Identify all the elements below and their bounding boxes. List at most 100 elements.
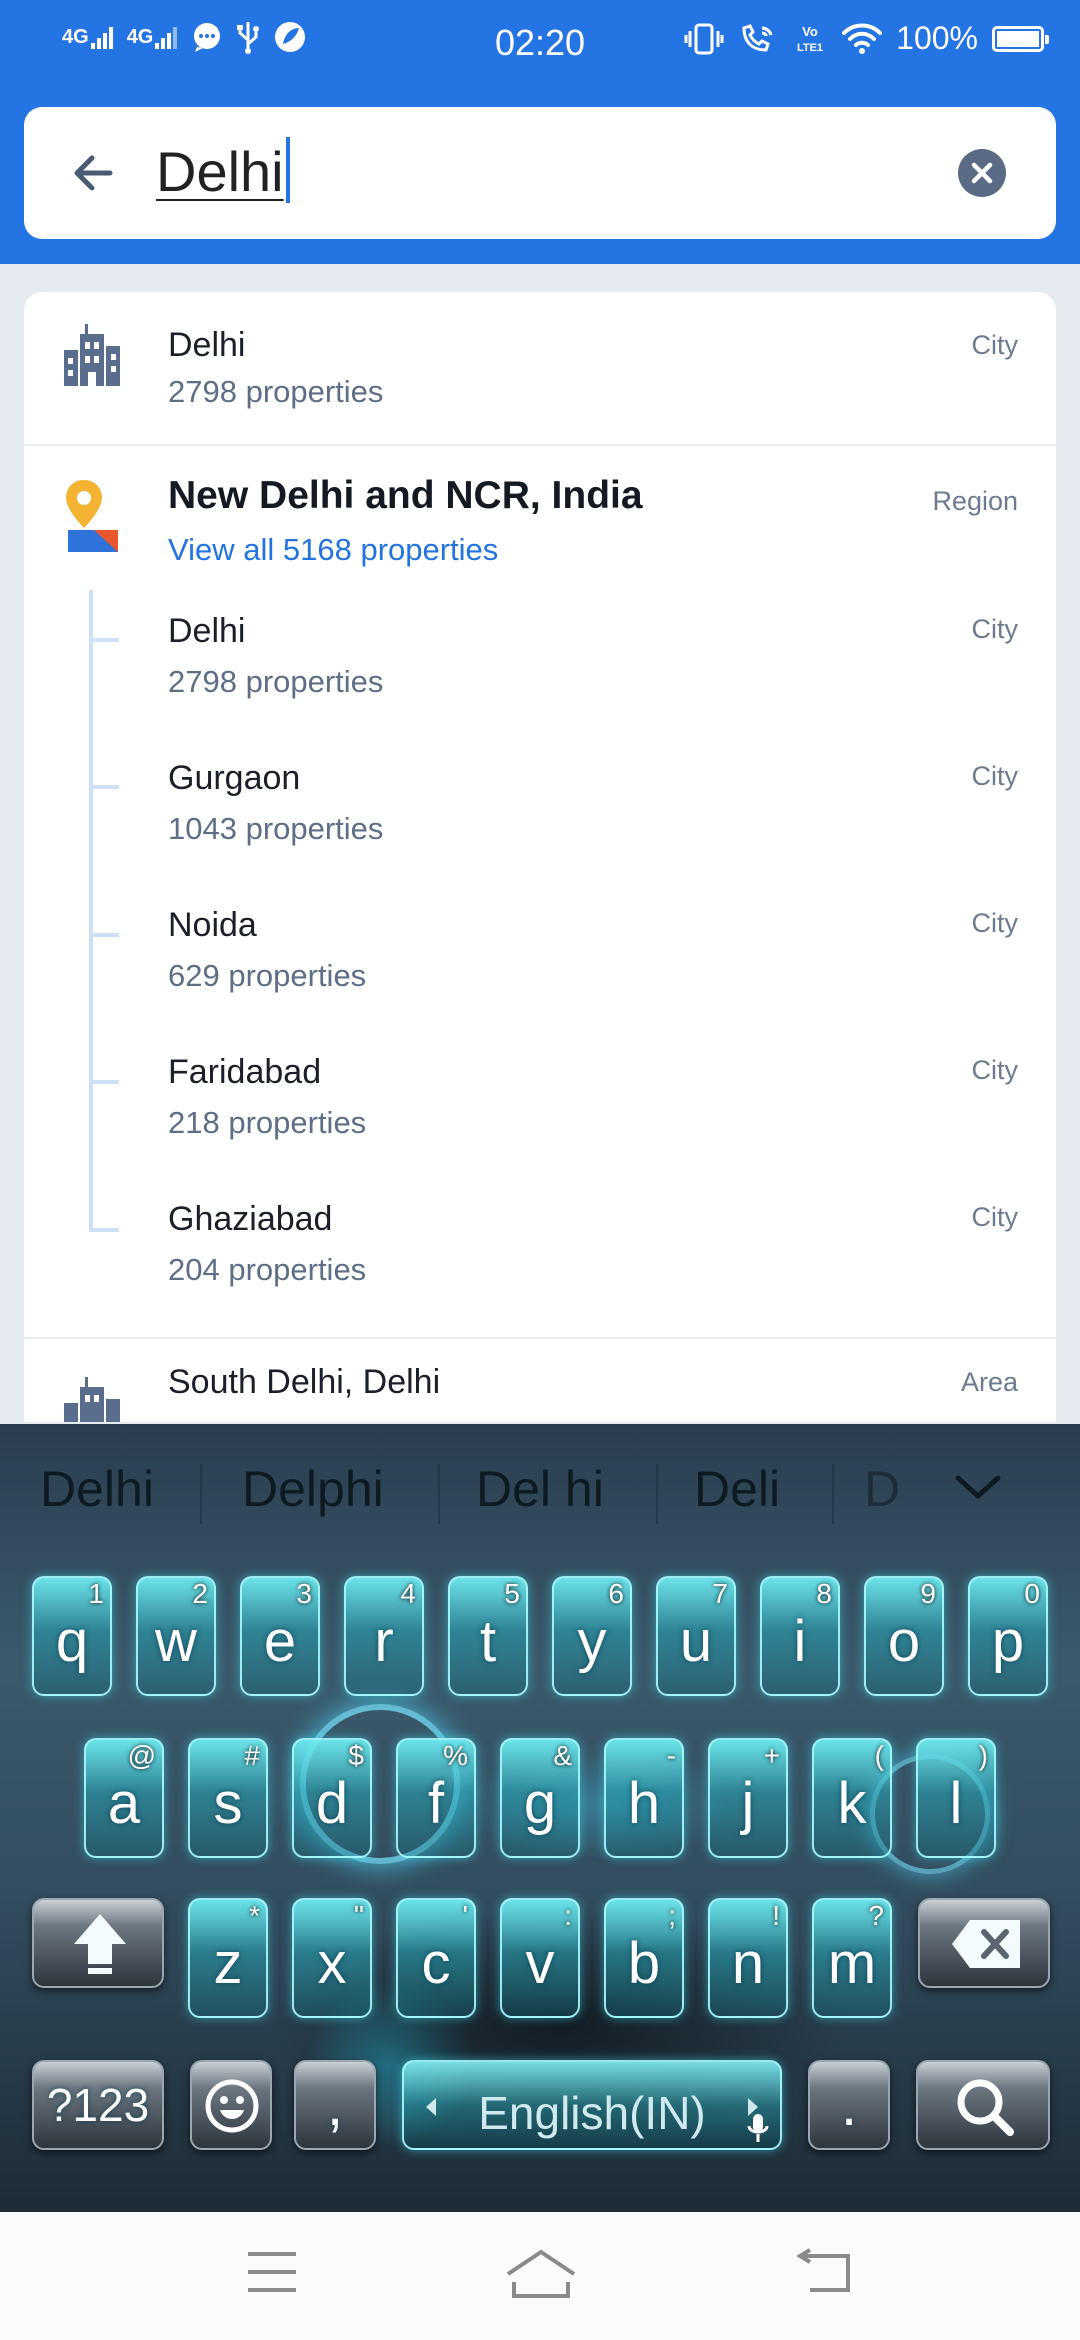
search-bar[interactable]: Delhi	[24, 107, 1056, 239]
key-hint: !	[772, 1900, 780, 1931]
chevron-down-icon[interactable]	[950, 1468, 1006, 1508]
suggestion-divider	[200, 1464, 202, 1524]
key-i[interactable]: 8i	[760, 1576, 840, 1696]
key-g[interactable]: & g	[500, 1738, 580, 1858]
key-t[interactable]: 5t	[448, 1576, 528, 1696]
key-f[interactable]: % f	[396, 1738, 476, 1858]
suggestion-2[interactable]: Delphi	[242, 1460, 384, 1518]
key-p[interactable]: 0p	[968, 1576, 1048, 1696]
result-count: 218 properties	[168, 1105, 367, 1140]
arrow-left-icon[interactable]	[64, 143, 124, 203]
key-w[interactable]: 2w	[136, 1576, 216, 1696]
result-name: Delhi	[168, 326, 246, 364]
period-key[interactable]: .	[808, 2060, 890, 2150]
key-hint: #	[244, 1740, 260, 1771]
key-hint: 2	[192, 1578, 208, 1609]
result-count: 204 properties	[168, 1252, 367, 1287]
key-label: g	[523, 1771, 557, 1836]
key-label: u	[679, 1609, 713, 1674]
key-hint: 1	[88, 1578, 104, 1609]
key-v[interactable]: :v	[500, 1898, 580, 2018]
search-key[interactable]	[916, 2060, 1050, 2150]
result-count: 629 properties	[168, 958, 367, 993]
suggestion-divider	[656, 1464, 658, 1524]
result-type: Area	[960, 1367, 1018, 1397]
city-buildings-icon	[64, 324, 120, 386]
city-buildings-icon	[64, 1377, 120, 1422]
result-count: 2798 properties	[168, 374, 384, 409]
result-type: City	[971, 1202, 1019, 1232]
key-r[interactable]: 4r	[344, 1576, 424, 1696]
menu-icon[interactable]	[244, 2248, 300, 2296]
key-label: x	[317, 1931, 347, 1996]
key-hint: 5	[504, 1578, 520, 1609]
suggestion-3[interactable]: Del hi	[476, 1460, 604, 1518]
comma-key[interactable]: ,	[294, 2060, 376, 2150]
result-item-noida[interactable]: Noida 629 properties City	[24, 886, 1056, 1026]
key-h[interactable]: -h	[604, 1738, 684, 1858]
key-n[interactable]: ! n	[708, 1898, 788, 2018]
key-j[interactable]: + j	[708, 1738, 788, 1858]
key-e[interactable]: 3e	[240, 1576, 320, 1696]
key-s[interactable]: # s	[188, 1738, 268, 1858]
vibrate-icon	[684, 23, 724, 54]
key-hint: $	[348, 1740, 364, 1771]
key-label: r	[374, 1609, 394, 1674]
key-u[interactable]: 7u	[656, 1576, 736, 1696]
key-y[interactable]: 6y	[552, 1576, 632, 1696]
key-hint: 7	[712, 1578, 728, 1609]
key-a[interactable]: @ a	[84, 1738, 164, 1858]
suggestion-divider	[832, 1464, 834, 1524]
backspace-key[interactable]	[918, 1898, 1050, 1988]
battery-icon	[992, 25, 1049, 52]
shift-arrow-icon	[74, 1914, 126, 1974]
key-label: a	[107, 1771, 141, 1836]
result-name: South Delhi, Delhi	[168, 1363, 441, 1401]
key-c[interactable]: ' c	[396, 1898, 476, 2018]
key-l[interactable]: ) l	[916, 1738, 996, 1858]
suggestion-4[interactable]: Deli	[694, 1460, 780, 1518]
key-d[interactable]: $ d	[292, 1738, 372, 1858]
wifi-icon	[842, 23, 883, 54]
result-item-ghaziabad[interactable]: Ghaziabad 204 properties City	[24, 1180, 1056, 1320]
key-label: d	[315, 1771, 349, 1836]
result-item-south-delhi[interactable]: South Delhi, Delhi Area	[24, 1339, 1056, 1422]
key-hint: 4	[400, 1578, 416, 1609]
key-x[interactable]: " x	[292, 1898, 372, 2018]
home-icon[interactable]	[504, 2248, 578, 2300]
key-label: e	[263, 1609, 297, 1674]
emoji-key[interactable]	[190, 2060, 272, 2150]
status-right: Vo LTE1 100%	[684, 20, 1049, 57]
result-item-faridabad[interactable]: Faridabad 218 properties City	[24, 1033, 1056, 1173]
result-item-delhi[interactable]: Delhi 2798 properties City	[24, 292, 1056, 409]
key-b[interactable]: ; b	[604, 1898, 684, 2018]
close-circle-icon[interactable]	[958, 149, 1006, 197]
key-label: s	[213, 1771, 243, 1836]
suggestion-1[interactable]: Delhi	[40, 1460, 154, 1518]
shift-key[interactable]	[32, 1898, 164, 1988]
result-item-delhi-city[interactable]: Delhi 2798 properties City	[24, 592, 1056, 732]
result-type: Region	[932, 486, 1018, 516]
view-all-link[interactable]: View all 5168 properties	[168, 532, 498, 568]
space-key[interactable]: English(IN)	[402, 2060, 782, 2150]
result-name: New Delhi and NCR, India	[168, 474, 643, 517]
key-hint: )	[978, 1740, 988, 1771]
svg-text:LTE1: LTE1	[797, 42, 823, 54]
key-m[interactable]: ? m	[812, 1898, 892, 2018]
key-o[interactable]: 9o	[864, 1576, 944, 1696]
search-input[interactable]: Delhi	[156, 137, 290, 204]
key-z[interactable]: * z	[188, 1898, 268, 2018]
battery-percent: 100%	[896, 20, 978, 56]
status-bar: 4G 4G 02:20 Vo LTE1 100%	[0, 0, 1080, 86]
result-item-gurgaon[interactable]: Gurgaon 1043 properties City	[24, 739, 1056, 879]
header: 4G 4G 02:20 Vo LTE1 100% Delhi	[0, 0, 1080, 264]
key-k[interactable]: (k	[812, 1738, 892, 1858]
result-item-region[interactable]: New Delhi and NCR, India View all 5168 p…	[24, 446, 1056, 576]
suggestion-5[interactable]: D	[864, 1460, 900, 1518]
back-icon[interactable]	[796, 2248, 856, 2296]
key-label: l	[949, 1771, 963, 1836]
key-label: o	[887, 1609, 921, 1674]
symbols-key[interactable]: ?123	[32, 2060, 164, 2150]
key-q[interactable]: 1q	[32, 1576, 112, 1696]
key-hint: ;	[668, 1900, 676, 1931]
